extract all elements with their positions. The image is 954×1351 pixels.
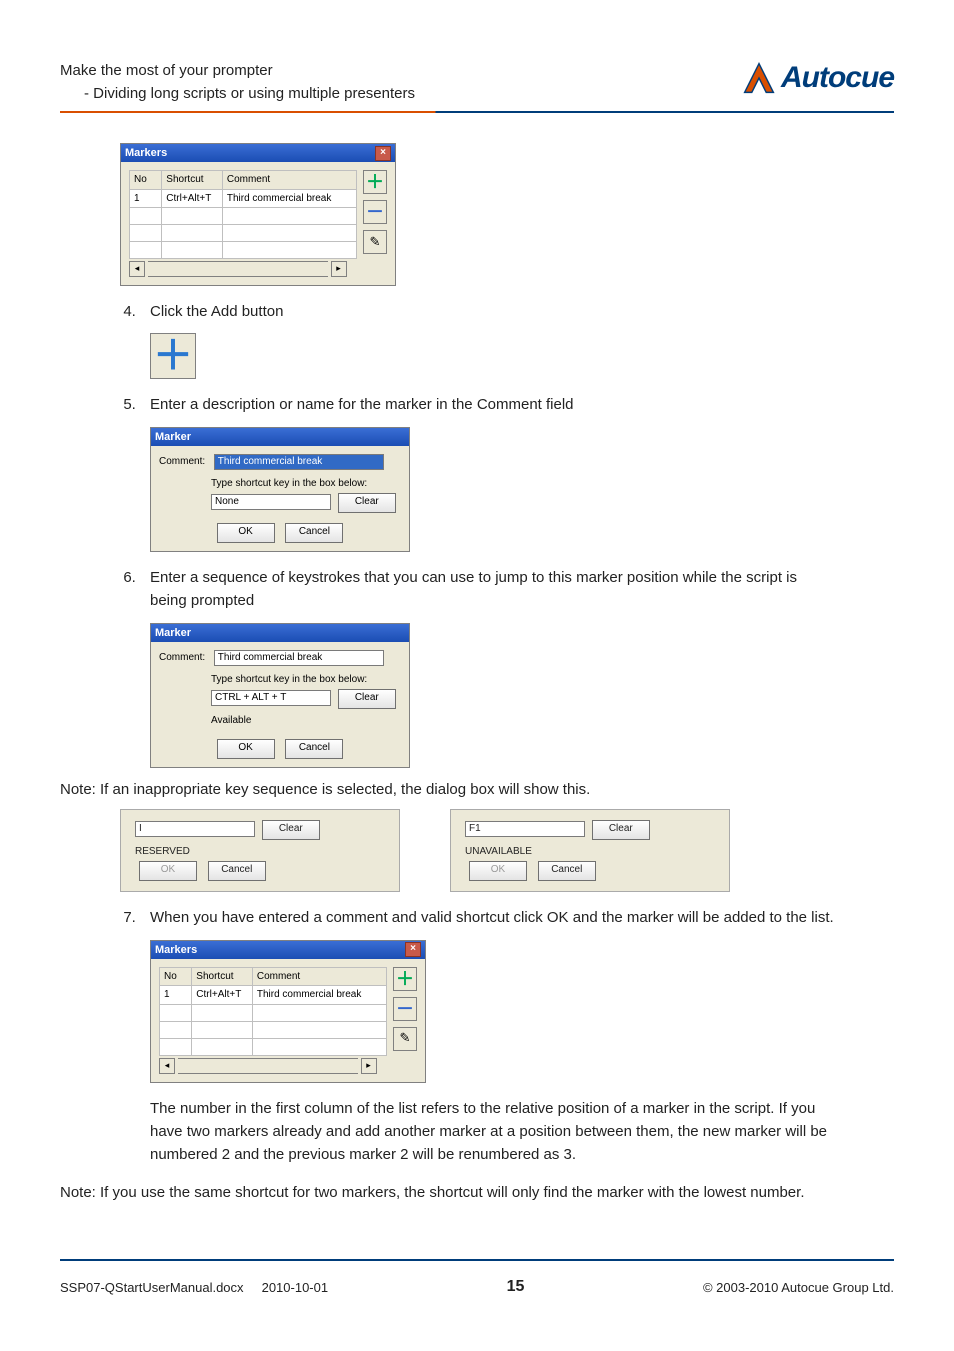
comment-field[interactable]: Third commercial break	[214, 454, 384, 470]
step-6: Enter a sequence of keystrokes that you …	[140, 566, 834, 768]
step-7: When you have entered a comment and vali…	[140, 906, 834, 1166]
logo-text: Autocue	[781, 61, 894, 95]
edit-marker-button[interactable]: ✎	[393, 1027, 417, 1051]
scroll-right-icon[interactable]: ▸	[361, 1058, 377, 1074]
status-unavailable: UNAVAILABLE	[465, 844, 715, 860]
header-line1: Make the most of your prompter	[60, 60, 415, 83]
col-comment: Comment	[222, 171, 356, 190]
footer-rule	[60, 1259, 894, 1261]
cancel-button[interactable]: Cancel	[285, 523, 343, 543]
ok-button[interactable]: OK	[217, 523, 275, 543]
instruction-list-cont: When you have entered a comment and vali…	[120, 906, 834, 1166]
table-row[interactable]: 1 Ctrl+Alt+T Third commercial break	[130, 189, 357, 208]
clear-button[interactable]: Clear	[592, 820, 650, 840]
comment-label: Comment:	[159, 454, 211, 470]
unavailable-panel: F1 Clear UNAVAILABLE OK Cancel	[450, 809, 730, 893]
scroll-left-icon[interactable]: ◂	[129, 261, 145, 277]
clear-button[interactable]: Clear	[338, 689, 396, 709]
add-marker-button[interactable]: ＋	[393, 967, 417, 991]
page-number: 15	[507, 1278, 525, 1296]
markers-dialog: Markers × No Shortcut Comment 1	[120, 143, 396, 286]
logo-mark-icon	[741, 60, 777, 96]
markers-dialog-2: Markers × No Shortcut Comment	[150, 940, 426, 1083]
header-line2: - Dividing long scripts or using multipl…	[60, 83, 415, 106]
close-icon[interactable]: ×	[405, 942, 421, 957]
shortcut-field[interactable]: F1	[465, 821, 585, 837]
ok-button: OK	[139, 861, 197, 881]
close-icon[interactable]: ×	[375, 146, 391, 161]
para-relative-number: The number in the first column of the li…	[150, 1097, 834, 1167]
remove-marker-button[interactable]: －	[363, 200, 387, 224]
note-inappropriate: Note: If an inappropriate key sequence i…	[60, 778, 834, 801]
clear-button[interactable]: Clear	[338, 493, 396, 513]
dialog-title: Markers	[125, 144, 167, 162]
edit-marker-button[interactable]: ✎	[363, 230, 387, 254]
instruction-list: Click the Add button ＋ Enter a descripti…	[120, 300, 834, 768]
marker-dialog-2: Marker Comment: Third commercial break T…	[150, 623, 410, 768]
marker-dialog-1: Marker Comment: Third commercial break T…	[150, 427, 410, 553]
col-no: No	[130, 171, 162, 190]
comment-field[interactable]: Third commercial break	[214, 650, 384, 666]
scroll-right-icon[interactable]: ▸	[331, 261, 347, 277]
type-hint: Type shortcut key in the box below:	[211, 476, 401, 492]
autocue-logo: Autocue	[741, 60, 894, 96]
table-row[interactable]: 1 Ctrl+Alt+T Third commercial break	[160, 986, 387, 1005]
add-marker-button[interactable]: ＋	[363, 170, 387, 194]
cancel-button[interactable]: Cancel	[285, 739, 343, 759]
step-5: Enter a description or name for the mark…	[140, 393, 834, 552]
ok-button[interactable]: OK	[217, 739, 275, 759]
footer-date: 2010-10-01	[262, 1280, 329, 1295]
step-4: Click the Add button ＋	[140, 300, 834, 379]
note-same-shortcut: Note: If you use the same shortcut for t…	[60, 1181, 834, 1204]
figure-invalid-keys: I Clear RESERVED OK Cancel F1 Clear UNAV…	[120, 809, 834, 893]
scroll-left-icon[interactable]: ◂	[159, 1058, 175, 1074]
col-shortcut: Shortcut	[162, 171, 223, 190]
comment-label: Comment:	[159, 650, 211, 666]
status-reserved: RESERVED	[135, 844, 385, 860]
markers-table: No Shortcut Comment 1 Ctrl+Alt+T Third c…	[129, 170, 357, 259]
document-body: Markers × No Shortcut Comment 1	[120, 143, 834, 1205]
footer-doc: SSP07-QStartUserManual.docx	[60, 1280, 244, 1295]
available-label: Available	[211, 713, 401, 729]
ok-button: OK	[469, 861, 527, 881]
markers-table: No Shortcut Comment 1 Ctrl+Alt+T Third c…	[159, 967, 387, 1056]
clear-button[interactable]: Clear	[262, 820, 320, 840]
add-button-icon: ＋	[150, 333, 196, 379]
page-footer: SSP07-QStartUserManual.docx 2010-10-01 1…	[60, 1278, 894, 1296]
header-rule	[60, 111, 894, 113]
cancel-button[interactable]: Cancel	[538, 861, 596, 881]
remove-marker-button[interactable]: －	[393, 997, 417, 1021]
figure-markers-1: Markers × No Shortcut Comment 1	[120, 143, 834, 286]
shortcut-field[interactable]: I	[135, 821, 255, 837]
shortcut-field[interactable]: None	[211, 494, 331, 510]
page-header: Make the most of your prompter - Dividin…	[60, 60, 894, 105]
reserved-panel: I Clear RESERVED OK Cancel	[120, 809, 400, 893]
footer-copyright: © 2003-2010 Autocue Group Ltd.	[703, 1280, 894, 1295]
type-hint: Type shortcut key in the box below:	[211, 672, 401, 688]
shortcut-field[interactable]: CTRL + ALT + T	[211, 690, 331, 706]
cancel-button[interactable]: Cancel	[208, 861, 266, 881]
header-left: Make the most of your prompter - Dividin…	[60, 60, 415, 105]
